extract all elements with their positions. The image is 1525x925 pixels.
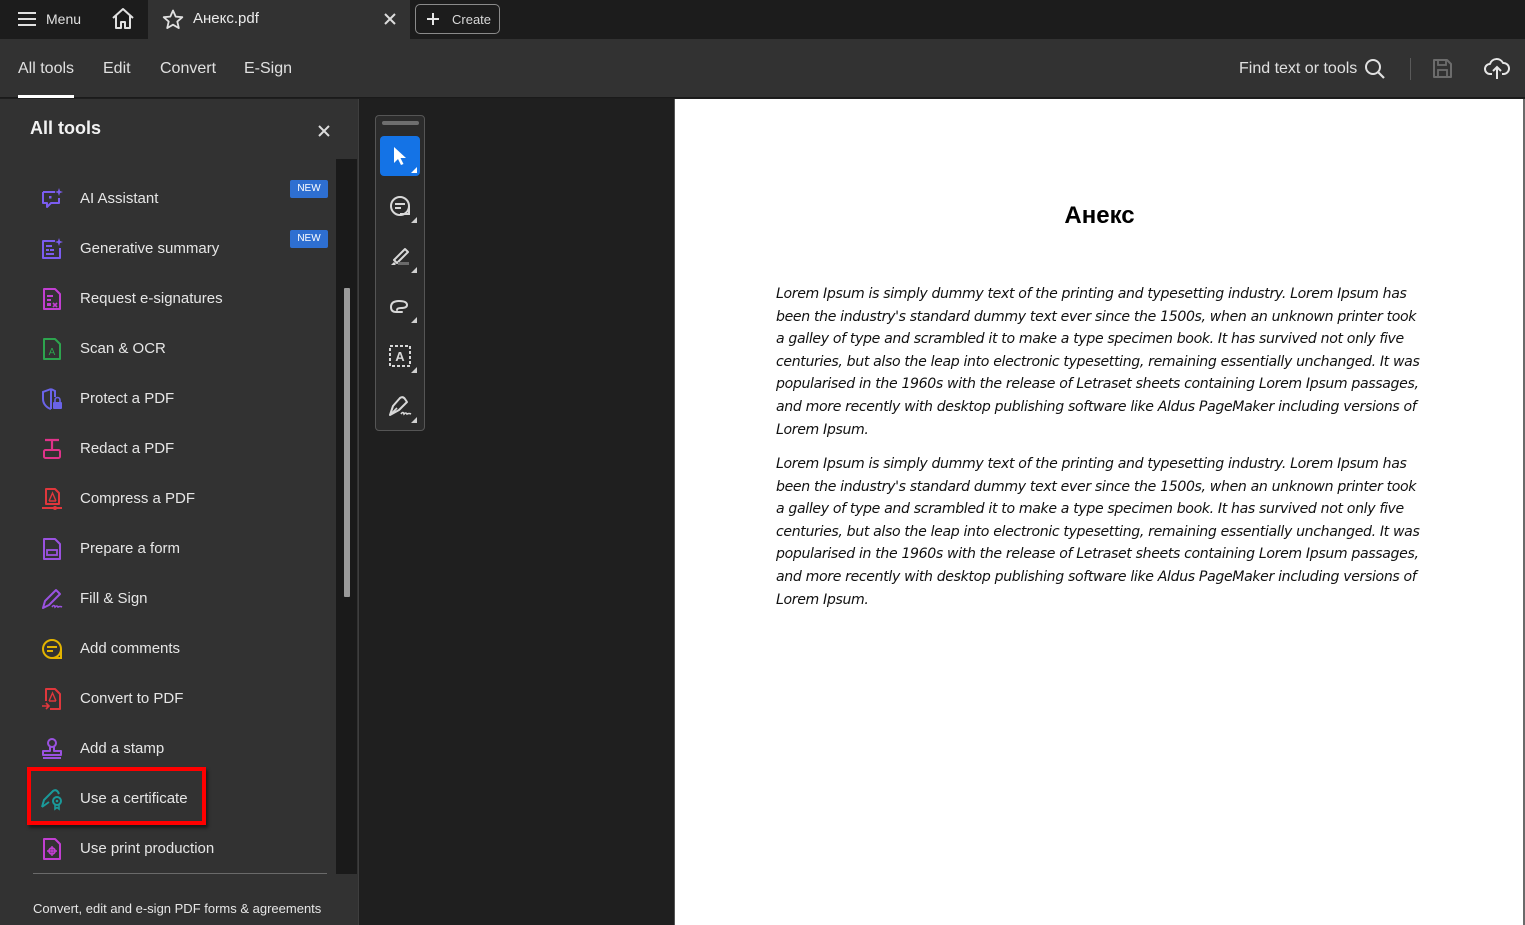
new-badge: NEW	[290, 180, 328, 198]
document-tab-title: Анекс.pdf	[193, 10, 259, 27]
submenu-indicator	[411, 167, 417, 173]
sign-tool-button[interactable]	[380, 386, 420, 426]
menu-button[interactable]: Menu	[18, 8, 81, 30]
find-text-or-tools[interactable]: Find text or tools	[1239, 60, 1357, 78]
compress-pdf-icon	[42, 488, 62, 510]
quick-tools-bar: A	[375, 115, 425, 431]
submenu-indicator	[411, 217, 417, 223]
add-stamp-icon	[42, 738, 62, 759]
cloud-upload-icon[interactable]	[1484, 56, 1510, 80]
tool-label: Request e-signatures	[80, 290, 223, 307]
save-icon	[1433, 59, 1452, 78]
tab-all-tools[interactable]: All tools	[18, 60, 75, 98]
submenu-indicator	[411, 267, 417, 273]
tool-add-comments[interactable]: Add comments	[28, 629, 328, 669]
pen-sign-icon	[389, 396, 412, 416]
tool-fill-sign[interactable]: Fill & Sign	[28, 579, 328, 619]
tool-prepare-form[interactable]: Prepare a form	[28, 529, 328, 569]
request-esignatures-icon	[43, 288, 61, 310]
close-panel-icon[interactable]	[316, 123, 332, 139]
tool-print-production[interactable]: Use print production	[28, 829, 328, 869]
all-tools-panel: All tools AI Assistant NEW Generative su…	[0, 99, 359, 925]
scan-ocr-icon: A	[43, 338, 61, 360]
tool-ai-assistant[interactable]: AI Assistant NEW	[28, 179, 328, 219]
tool-generative-summary[interactable]: Generative summary NEW	[28, 229, 328, 269]
create-button[interactable]: Create	[415, 4, 500, 34]
tool-label: Generative summary	[80, 240, 220, 257]
tool-label: Compress a PDF	[80, 490, 196, 507]
tool-label: Fill & Sign	[80, 590, 148, 607]
tab-esign[interactable]: E-Sign	[244, 60, 292, 78]
scrollbar-thumb[interactable]	[344, 288, 350, 597]
close-tab-icon[interactable]	[382, 10, 398, 28]
highlight-tool-button[interactable]	[380, 236, 420, 276]
submenu-indicator	[411, 367, 417, 373]
tool-label: Add comments	[80, 640, 181, 657]
comment-icon	[390, 196, 410, 216]
tool-label: Prepare a form	[80, 540, 181, 557]
document-paragraph: Lorem Ipsum is simply dummy text of the …	[776, 286, 1420, 438]
tool-label: Protect a PDF	[80, 390, 175, 407]
document-heading: Анекс	[1064, 202, 1135, 229]
tool-convert-to-pdf[interactable]: Convert to PDF	[28, 679, 328, 719]
cursor-arrow-icon	[394, 147, 406, 165]
add-comments-icon	[42, 639, 62, 659]
tool-request-esignatures[interactable]: Request e-signatures	[28, 279, 328, 319]
tool-label: Use print production	[80, 840, 215, 857]
panel-footer-text: Convert, edit and e-sign PDF forms & agr…	[33, 901, 322, 916]
hamburger-icon	[18, 12, 36, 26]
document-paragraph: Lorem Ipsum is simply dummy text of the …	[776, 456, 1420, 608]
tab-convert[interactable]: Convert	[160, 60, 216, 78]
new-badge: NEW	[290, 230, 328, 248]
redact-pdf-icon	[43, 438, 61, 459]
fill-sign-icon	[42, 589, 63, 609]
pdf-page: Анекс Lorem Ipsum is simply dummy text o…	[674, 99, 1523, 925]
freehand-draw-icon	[389, 299, 409, 313]
panel-divider	[33, 873, 327, 874]
drag-handle[interactable]	[382, 121, 419, 125]
tool-scan-ocr[interactable]: A Scan & OCR	[28, 329, 328, 369]
tool-redact-pdf[interactable]: Redact a PDF	[28, 429, 328, 469]
panel-title: All tools	[30, 118, 101, 138]
svg-text:A: A	[395, 349, 405, 364]
highlighter-icon	[391, 248, 409, 265]
menu-label: Menu	[46, 11, 82, 27]
tool-label: Add a stamp	[80, 740, 165, 757]
tool-label: Scan & OCR	[80, 340, 166, 357]
submenu-indicator	[411, 417, 417, 423]
home-icon	[112, 8, 134, 29]
draw-tool-button[interactable]	[380, 286, 420, 326]
tool-label: AI Assistant	[80, 190, 159, 207]
print-production-icon	[43, 838, 61, 860]
home-button[interactable]	[110, 7, 136, 31]
protect-pdf-icon	[42, 388, 62, 410]
tool-add-stamp[interactable]: Add a stamp	[28, 729, 328, 769]
tab-edit[interactable]: Edit	[103, 60, 131, 78]
select-tool-button[interactable]	[380, 136, 420, 176]
generative-summary-icon	[42, 238, 63, 259]
prepare-form-icon	[43, 538, 61, 560]
star-icon[interactable]	[162, 9, 184, 30]
svg-text:A: A	[49, 347, 56, 358]
submenu-indicator	[411, 317, 417, 323]
text-recognition-tool-button[interactable]: A	[380, 336, 420, 376]
plus-icon	[427, 13, 439, 25]
tool-label: Convert to PDF	[80, 690, 184, 707]
ai-assistant-icon	[42, 188, 63, 208]
tool-protect-pdf[interactable]: Protect a PDF	[28, 379, 328, 419]
search-icon[interactable]	[1364, 58, 1386, 80]
document-tab[interactable]: Анекс.pdf	[148, 0, 410, 39]
create-label: Create	[452, 12, 492, 27]
top-toolbar: All tools Edit Convert E-Sign Find text …	[0, 39, 1525, 98]
toolbar-divider	[1410, 58, 1411, 80]
tool-compress-pdf[interactable]: Compress a PDF	[28, 479, 328, 519]
convert-to-pdf-icon	[42, 688, 61, 710]
text-select-icon: A	[389, 345, 411, 367]
tool-label: Redact a PDF	[80, 440, 175, 457]
title-bar: Menu Анекс.pdf Create	[0, 0, 1525, 39]
comment-tool-button[interactable]	[380, 186, 420, 226]
highlight-box	[27, 767, 206, 825]
